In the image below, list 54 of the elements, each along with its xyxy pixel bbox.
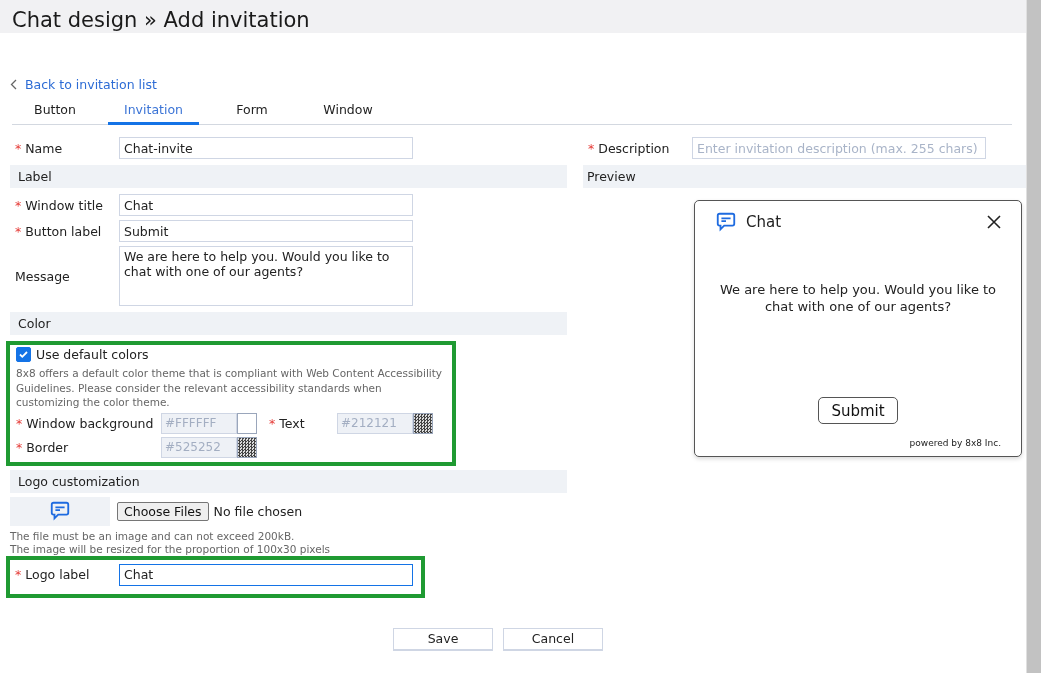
checkbox[interactable] [16,347,31,362]
color-swatch[interactable] [237,436,257,458]
file-status: No file chosen [213,503,303,519]
input-field[interactable]: Chat-invite [119,137,413,159]
tab[interactable]: Button [12,98,98,125]
field-label: * Logo label [14,567,91,582]
submit-button[interactable]: Submit [818,397,898,424]
required-mark: * [15,140,22,156]
field-label: * Text [269,415,306,431]
hint-text: The file must be an image and can not exceed 200kB. The image will be resized for the proportion of 100x30 pixels [10,529,332,556]
input-field[interactable]: Chat [119,194,413,216]
chat-message: We are here to help you. Would you like to chat with one of our agents? [718,281,998,315]
powered-by-text: powered by 8x8 Inc. [909,438,1001,448]
input-field[interactable]: Submit [119,220,413,242]
chat-icon [715,211,737,233]
required-mark: * [15,567,22,582]
close-icon[interactable] [987,215,1001,229]
field-label: * Description [587,140,671,156]
field-label: * Window background [16,415,155,431]
input-field[interactable]: Chat [119,563,413,586]
field-label: * Name [14,140,64,156]
required-mark: * [269,415,276,431]
field-label: * Button label [14,223,103,239]
checkbox-label: Use default colors [36,347,149,362]
field-label: * Window title [14,197,104,213]
chat-title: Chat [746,213,783,231]
required-mark: * [15,197,22,213]
section-header: Color [10,312,567,335]
hint-text: 8x8 offers a default color theme that is compliant with Web Content Accessibility Guidelines. Please consider the relevant accessibility standards when customizing the color theme. [16,366,444,410]
section-header: Label [10,165,567,188]
required-mark: * [588,140,595,156]
required-mark: * [15,223,22,239]
tab[interactable]: Form [209,98,295,125]
message-field[interactable]: We are here to help you. Would you like to chat with one of our agents? [119,246,413,306]
description-field[interactable]: Enter invitation description (max. 255 chars) [692,137,986,159]
chat-icon [49,500,71,522]
color-swatch[interactable] [237,412,257,434]
tab[interactable]: Invitation [108,98,199,125]
field-label: Message [14,268,71,284]
default-colors-checkbox[interactable]: Use default colors [16,347,446,362]
color-swatch[interactable] [413,412,433,434]
section-header: Preview [583,165,1026,188]
choose-files-button[interactable]: Choose Files [117,501,209,521]
tab[interactable]: Window [305,98,391,125]
form-button[interactable]: Save [393,627,493,651]
check-icon [19,350,28,359]
required-mark: * [16,439,23,455]
page-title: Chat design » Add invitation [12,7,310,33]
form-button[interactable]: Cancel [503,627,603,651]
field-label: * Border [16,439,70,455]
required-mark: * [16,415,23,431]
section-header: Logo customization [10,469,567,493]
chevron-left-icon [10,79,17,90]
scrollbar[interactable] [1026,0,1041,673]
